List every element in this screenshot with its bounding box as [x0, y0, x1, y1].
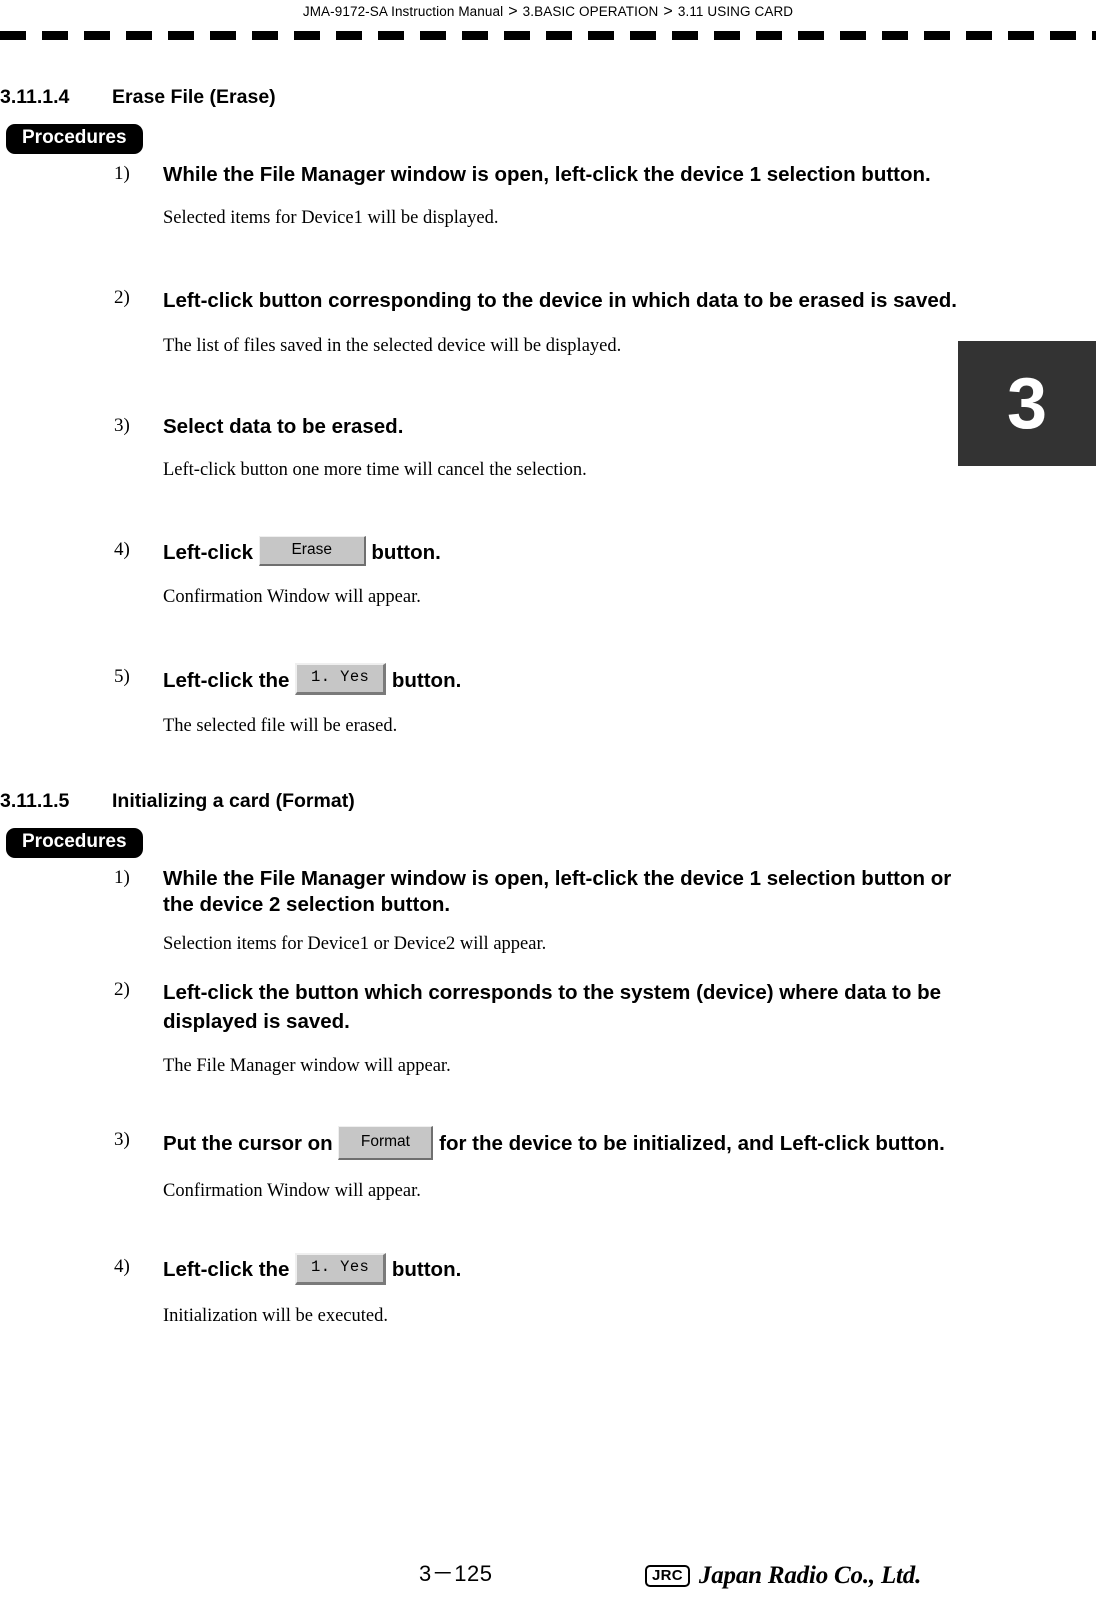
steps-list-erase: 1) While the File Manager window is open… [0, 162, 1000, 738]
step-note: Initialization will be executed. [163, 1305, 388, 1326]
step-title: While the File Manager window is open, l… [163, 866, 952, 917]
step-marker: 1) [114, 162, 130, 184]
jrc-logo: JRC Japan Radio Co., Ltd. [645, 1562, 921, 1590]
breadcrumb-separator-icon: > [508, 3, 518, 20]
step-marker: 4) [114, 539, 130, 561]
breadcrumb-chapter: 3.BASIC OPERATION [522, 3, 659, 19]
step-note: Selected items for Device1 will be displ… [163, 208, 499, 229]
step-title-after: button. [391, 668, 462, 692]
company-name: Japan Radio Co., Ltd. [698, 1562, 922, 1589]
list-item: 1) While the File Manager window is open… [110, 866, 953, 957]
page-footer: 3－125 JRC Japan Radio Co., Ltd. [0, 1528, 1096, 1608]
step-title-before: Left-click the [163, 1258, 290, 1282]
breadcrumb-separator-icon: > [663, 3, 673, 20]
step-note: Selection items for Device1 or Device2 w… [163, 934, 547, 955]
steps-list-format: 1) While the File Manager window is open… [0, 866, 1000, 1328]
step-note: The selected file will be erased. [163, 716, 398, 736]
step-marker: 2) [114, 287, 130, 309]
step-title: Left-click button corresponding to the d… [163, 289, 957, 313]
section-heading-format: 3.11.1.5 Initializing a card (Format) [0, 790, 1000, 813]
section-number: 3.11.1.5 [0, 790, 70, 813]
page-header: JMA-9172-SA Instruction Manual > 3.BASIC… [0, 0, 1096, 22]
section-heading-erase: 3.11.1.4 Erase File (Erase) [0, 86, 1000, 109]
step-title-composite: Left-click Erase button. [163, 536, 441, 567]
step-title-composite: Put the cursor on Format for the device … [163, 1125, 945, 1160]
document-body: 3.11.1.4 Erase File (Erase) Procedures 1… [0, 60, 1000, 1328]
step-marker: 4) [114, 1256, 130, 1278]
section-title: Initializing a card (Format) [112, 790, 355, 813]
breadcrumb-manual: JMA-9172-SA Instruction Manual [302, 3, 504, 19]
list-item: 5) Left-click the 1. Yes button. The sel… [110, 663, 953, 738]
section-number: 3.11.1.4 [0, 86, 70, 108]
jrc-mark-icon: JRC [645, 1564, 690, 1588]
step-title: While the File Manager window is open, l… [163, 162, 931, 186]
list-item: 1) While the File Manager window is open… [110, 162, 953, 230]
step-title-before: Left-click [163, 540, 253, 564]
step-marker: 3) [114, 415, 130, 437]
breadcrumb-subsection: 3.11 USING CARD [677, 3, 794, 19]
step-title-after: button. [371, 540, 441, 564]
procedures-badge: Procedures [6, 124, 143, 154]
step-note: Confirmation Window will appear. [163, 1181, 421, 1201]
page-number: 3－125 [419, 1561, 493, 1586]
section-title: Erase File (Erase) [112, 86, 276, 108]
step-marker: 1) [114, 866, 130, 888]
header-dashed-rule [0, 31, 1096, 40]
step-marker: 3) [114, 1128, 130, 1150]
format-button[interactable]: Format [338, 1125, 434, 1160]
chapter-tab-label: 3 [1006, 363, 1048, 444]
yes-button[interactable]: 1. Yes [295, 1253, 387, 1285]
step-title-after: for the device to be initialized, and Le… [439, 1132, 945, 1156]
step-note: Confirmation Window will appear. [163, 587, 421, 608]
list-item: 4) Left-click Erase button. Confirmation… [110, 536, 953, 609]
step-title-composite: Left-click the 1. Yes button. [163, 1253, 462, 1285]
procedures-badge: Procedures [6, 828, 143, 858]
step-note: The list of files saved in the selected … [163, 335, 622, 356]
step-marker: 5) [114, 666, 130, 688]
step-title-before: Left-click the [163, 668, 290, 692]
step-title: Select data to be erased. [163, 415, 404, 439]
step-title: Left-click the button which corresponds … [163, 980, 941, 1034]
step-note: The File Manager window will appear. [163, 1055, 451, 1076]
step-title-composite: Left-click the 1. Yes button. [163, 663, 462, 695]
list-item: 2) Left-click the button which correspon… [110, 978, 973, 1078]
list-item: 2) Left-click button corresponding to th… [110, 286, 973, 358]
erase-button[interactable]: Erase [258, 536, 366, 567]
step-marker: 2) [114, 978, 130, 1000]
list-item: 3) Select data to be erased. Left-click … [110, 414, 953, 482]
list-item: 4) Left-click the 1. Yes button. Initial… [110, 1253, 953, 1328]
step-title-after: button. [391, 1258, 462, 1282]
list-item: 3) Put the cursor on Format for the devi… [110, 1125, 963, 1203]
yes-button[interactable]: 1. Yes [295, 663, 387, 695]
step-title-before: Put the cursor on [163, 1132, 333, 1156]
step-note: Left-click button one more time will can… [163, 460, 587, 481]
